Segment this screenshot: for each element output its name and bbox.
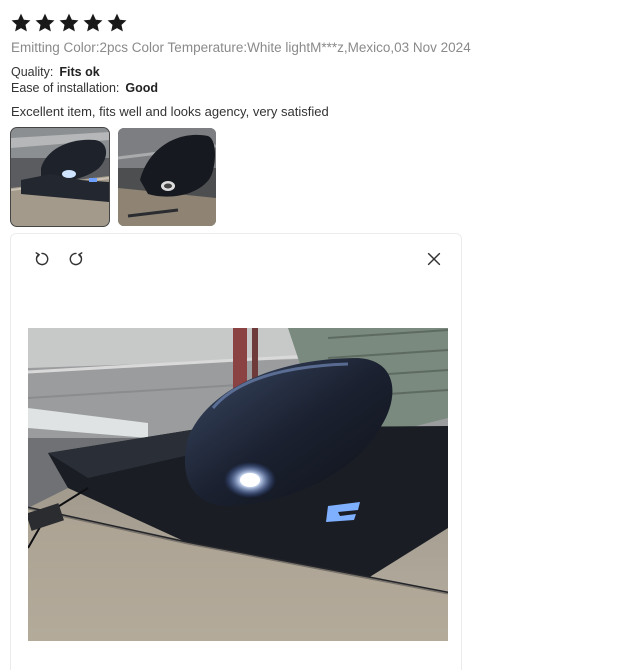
- star-icon: [10, 12, 32, 34]
- star-icon: [34, 12, 56, 34]
- attribute-ease-of-installation: Ease of installation: Good: [11, 81, 158, 95]
- star-icon: [82, 12, 104, 34]
- attribute-label: Quality:: [11, 65, 54, 79]
- attribute-label: Ease of installation:: [11, 81, 120, 95]
- attribute-value: Good: [125, 81, 159, 95]
- attribute-value: Fits ok: [59, 65, 100, 79]
- rotate-right-button[interactable]: [65, 248, 87, 270]
- attribute-quality: Quality: Fits ok: [11, 65, 100, 79]
- star-icon: [58, 12, 80, 34]
- photo-thumbnail[interactable]: [10, 127, 110, 227]
- star-icon: [106, 12, 128, 34]
- close-viewer-button[interactable]: [423, 248, 445, 270]
- enlarged-review-photo: [28, 328, 448, 641]
- photo-thumbnail[interactable]: [118, 128, 216, 226]
- rotate-left-button[interactable]: [31, 248, 53, 270]
- image-viewer: [10, 233, 462, 670]
- rotate-left-icon: [33, 250, 51, 268]
- photo-thumbnails: [10, 127, 216, 227]
- rotate-right-icon: [67, 250, 85, 268]
- star-rating: [10, 12, 128, 34]
- review-text: Excellent item, fits well and looks agen…: [11, 104, 329, 119]
- review-meta: Emitting Color:2pcs Color Temperature:Wh…: [11, 40, 471, 55]
- review-card: Emitting Color:2pcs Color Temperature:Wh…: [0, 0, 631, 670]
- close-icon: [425, 250, 443, 268]
